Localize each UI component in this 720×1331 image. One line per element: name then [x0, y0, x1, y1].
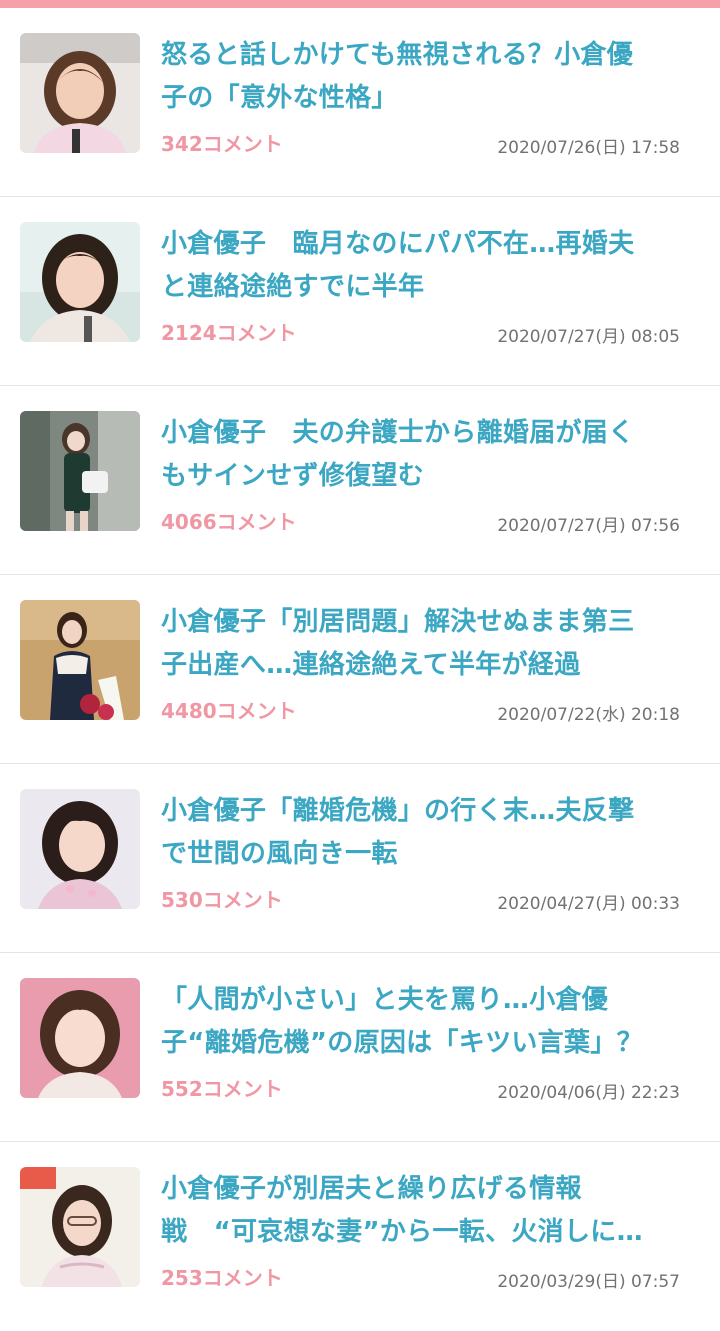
- article-item[interactable]: 小倉優子「別居問題」解決せぬまま第三 子出産へ…連絡途絶えて半年が経過 4480…: [0, 575, 720, 764]
- comment-count: 253コメント: [161, 1266, 283, 1290]
- article-date: 2020/04/27(月) 00:33: [497, 894, 680, 914]
- article-title[interactable]: 小倉優子 臨月なのにパパ不在…再婚夫 と連絡途絶すでに半年: [161, 223, 691, 309]
- portrait-photo-icon: [20, 33, 140, 153]
- portrait-photo-icon: [20, 1167, 140, 1287]
- article-thumbnail[interactable]: [20, 789, 140, 909]
- article-date: 2020/07/22(水) 20:18: [497, 705, 680, 725]
- article-list: 怒ると話しかけても無視される？小倉優 子の「意外な性格」 342コメント 202…: [0, 8, 720, 1331]
- comment-count: 2124コメント: [161, 321, 297, 345]
- article-title[interactable]: 小倉優子が別居夫と繰り広げる情報 戦 “可哀想な妻”から一転、火消しに…: [161, 1168, 691, 1254]
- article-item[interactable]: 小倉優子が別居夫と繰り広げる情報 戦 “可哀想な妻”から一転、火消しに… 253…: [0, 1142, 720, 1331]
- article-title[interactable]: 小倉優子「別居問題」解決せぬまま第三 子出産へ…連絡途絶えて半年が経過: [161, 601, 691, 687]
- article-title[interactable]: 小倉優子 夫の弁護士から離婚届が届く もサインせず修復望む: [161, 412, 691, 498]
- article-title[interactable]: 「人間が小さい」と夫を罵り…小倉優 子“離婚危機”の原因は「キツい言葉」？: [161, 979, 691, 1065]
- article-thumbnail[interactable]: [20, 978, 140, 1098]
- article-thumbnail[interactable]: [20, 411, 140, 531]
- article-item[interactable]: 「人間が小さい」と夫を罵り…小倉優 子“離婚危機”の原因は「キツい言葉」？ 55…: [0, 953, 720, 1142]
- article-title[interactable]: 怒ると話しかけても無視される？小倉優 子の「意外な性格」: [161, 34, 691, 120]
- article-thumbnail[interactable]: [20, 222, 140, 342]
- article-thumbnail[interactable]: [20, 600, 140, 720]
- portrait-photo-icon: [20, 222, 140, 342]
- portrait-photo-icon: [20, 600, 140, 720]
- portrait-photo-icon: [20, 789, 140, 909]
- article-date: 2020/07/27(月) 08:05: [497, 327, 680, 347]
- top-accent-bar: [0, 0, 720, 8]
- article-thumbnail[interactable]: [20, 1167, 140, 1287]
- article-item[interactable]: 怒ると話しかけても無視される？小倉優 子の「意外な性格」 342コメント 202…: [0, 8, 720, 197]
- article-date: 2020/07/27(月) 07:56: [497, 516, 680, 536]
- article-item[interactable]: 小倉優子 夫の弁護士から離婚届が届く もサインせず修復望む 4066コメント 2…: [0, 386, 720, 575]
- comment-count: 342コメント: [161, 132, 283, 156]
- article-title[interactable]: 小倉優子「離婚危機」の行く末…夫反撃 で世間の風向き一転: [161, 790, 691, 876]
- article-item[interactable]: 小倉優子 臨月なのにパパ不在…再婚夫 と連絡途絶すでに半年 2124コメント 2…: [0, 197, 720, 386]
- portrait-photo-icon: [20, 411, 140, 531]
- article-item[interactable]: 小倉優子「離婚危機」の行く末…夫反撃 で世間の風向き一転 530コメント 202…: [0, 764, 720, 953]
- article-date: 2020/04/06(月) 22:23: [497, 1083, 680, 1103]
- article-date: 2020/03/29(日) 07:57: [497, 1272, 680, 1292]
- comment-count: 4480コメント: [161, 699, 297, 723]
- comment-count: 4066コメント: [161, 510, 297, 534]
- comment-count: 530コメント: [161, 888, 283, 912]
- article-thumbnail[interactable]: [20, 33, 140, 153]
- comment-count: 552コメント: [161, 1077, 283, 1101]
- article-date: 2020/07/26(日) 17:58: [497, 138, 680, 158]
- portrait-photo-icon: [20, 978, 140, 1098]
